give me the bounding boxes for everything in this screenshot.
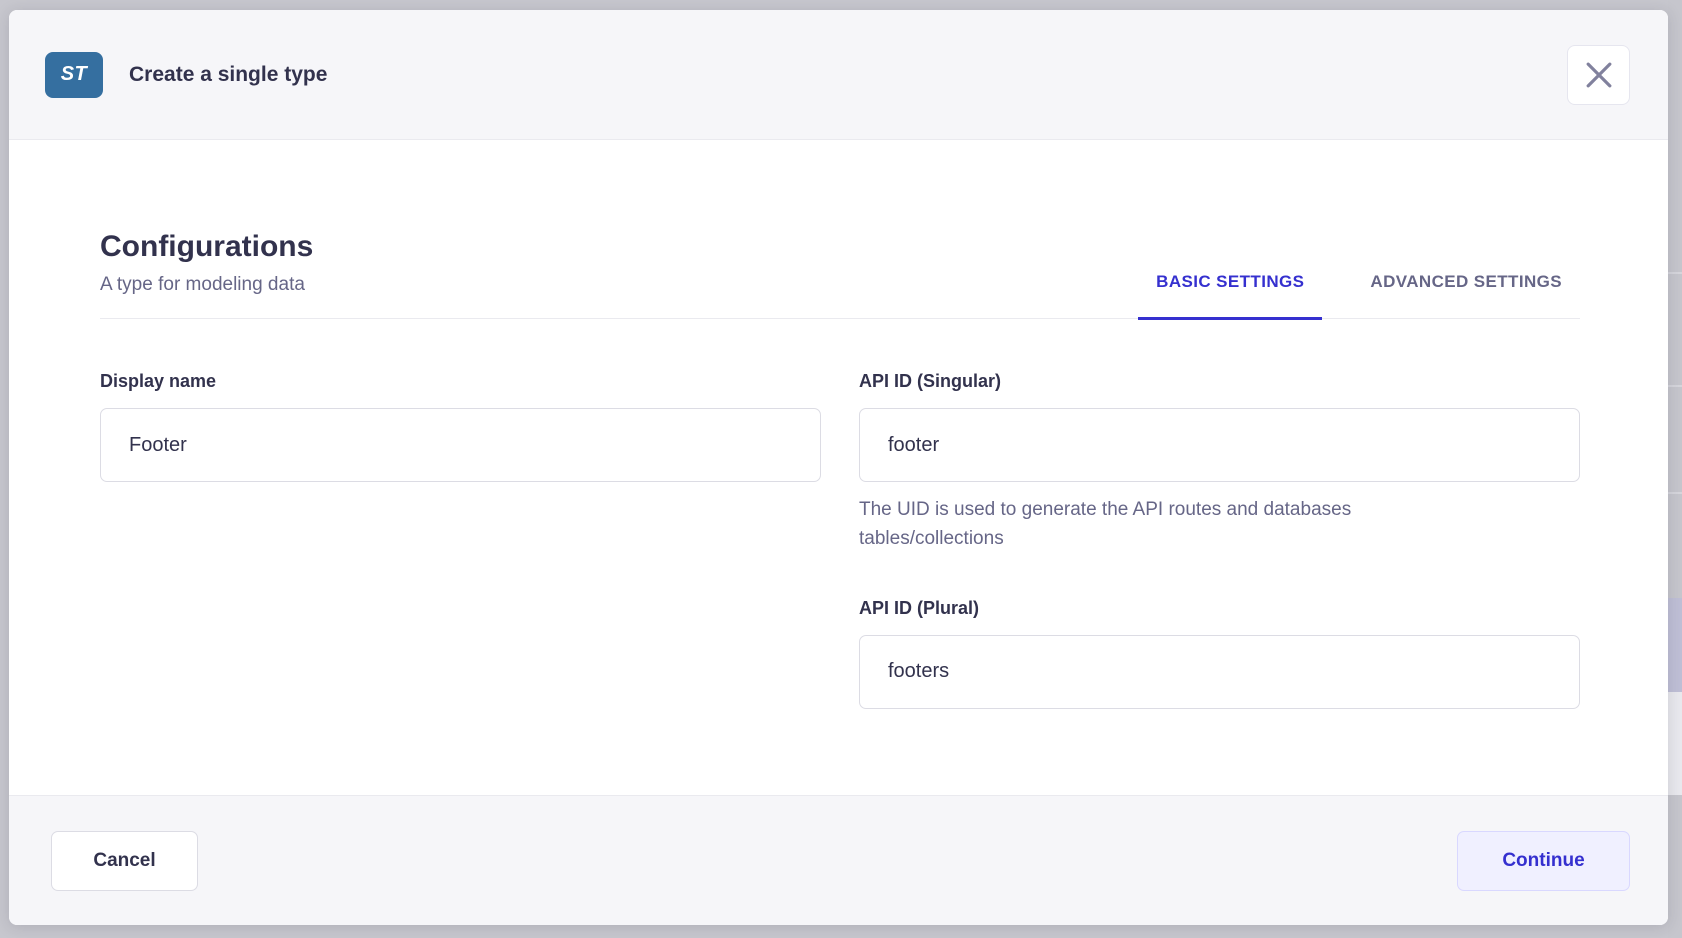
configuration-form: Display name API ID (Singular) The UID i… xyxy=(100,371,1580,709)
uid-helper-text: The UID is used to generate the API rout… xyxy=(859,495,1499,554)
screen: ST Create a single type Configurations A… xyxy=(0,0,1682,938)
modal-title: Create a single type xyxy=(129,63,327,87)
modal-footer: Cancel Continue xyxy=(9,795,1668,925)
page-subtitle: A type for modeling data xyxy=(100,274,313,296)
close-button[interactable] xyxy=(1567,45,1630,105)
api-id-plural-input[interactable] xyxy=(859,635,1580,709)
display-name-field: Display name xyxy=(100,371,821,482)
background-page-edge xyxy=(1668,0,1682,938)
modal-header: ST Create a single type xyxy=(9,10,1668,140)
close-icon xyxy=(1586,62,1612,88)
continue-button[interactable]: Continue xyxy=(1457,831,1630,891)
cancel-button[interactable]: Cancel xyxy=(51,831,198,891)
api-id-plural-label: API ID (Plural) xyxy=(859,598,1580,619)
tab-advanced-settings[interactable]: ADVANCED SETTINGS xyxy=(1352,272,1580,320)
configurations-header-row: Configurations A type for modeling data … xyxy=(100,140,1580,319)
display-name-input[interactable] xyxy=(100,408,821,482)
modal-body: Configurations A type for modeling data … xyxy=(9,140,1668,795)
single-type-badge-icon: ST xyxy=(45,52,103,98)
page-title: Configurations xyxy=(100,230,313,264)
api-id-plural-field: API ID (Plural) xyxy=(859,598,1580,709)
api-id-singular-label: API ID (Singular) xyxy=(859,371,1580,392)
settings-tabs: BASIC SETTINGS ADVANCED SETTINGS xyxy=(1138,272,1580,318)
display-name-label: Display name xyxy=(100,371,821,392)
api-id-singular-field: API ID (Singular) The UID is used to gen… xyxy=(859,371,1580,554)
api-id-singular-input[interactable] xyxy=(859,408,1580,482)
tab-basic-settings[interactable]: BASIC SETTINGS xyxy=(1138,272,1322,320)
create-single-type-modal: ST Create a single type Configurations A… xyxy=(9,10,1668,925)
